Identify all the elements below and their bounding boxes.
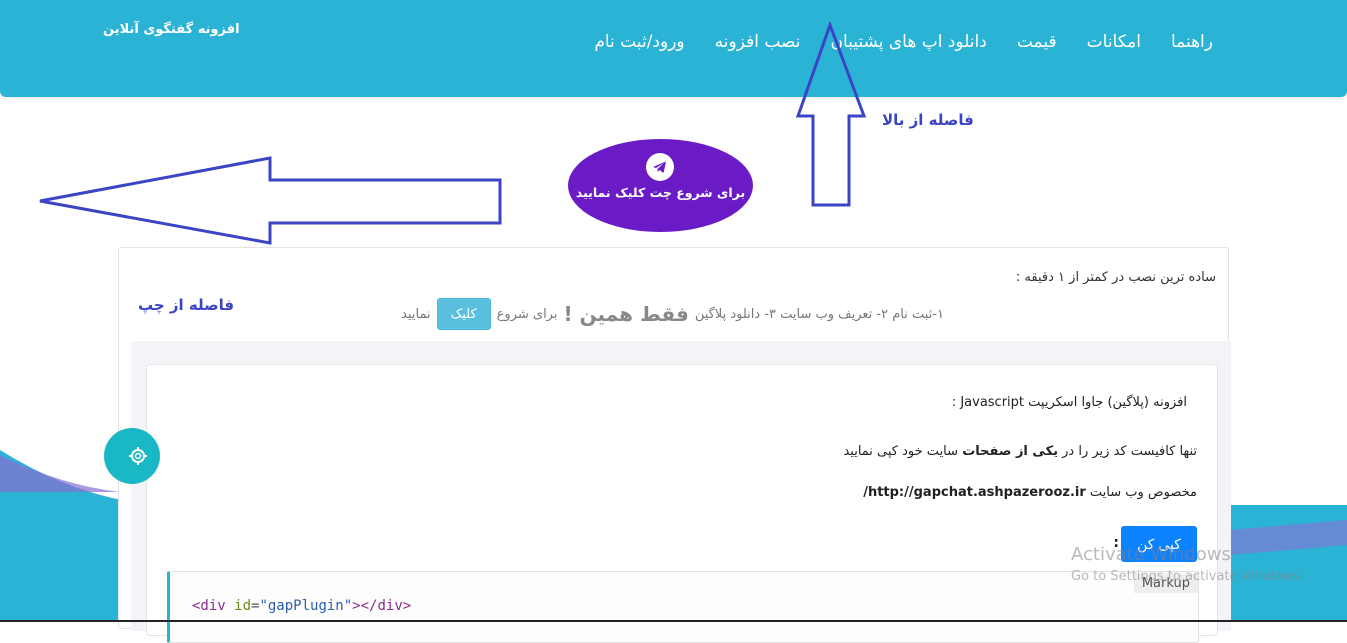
nav-guide[interactable]: راهنما xyxy=(1171,32,1213,52)
copy-instruction-post: سایت خود کپی نمایید xyxy=(843,444,959,459)
code-line: <div id="gapPlugin"></div> xyxy=(192,598,411,614)
nav-features[interactable]: امکانات xyxy=(1087,32,1141,52)
site-url: http://gapchat.ashpazerooz.ir/ xyxy=(863,485,1086,500)
start-chat-button[interactable]: برای شروع چت کلیک نمایید xyxy=(568,139,753,232)
intro-pre-button: برای شروع xyxy=(496,306,558,322)
settings-toggle-button[interactable] xyxy=(104,428,160,484)
plugin-title: افزونه (پلاگین) جاوا اسکریپت Javascript … xyxy=(951,395,1187,410)
left-distance-label: فاصله از چپ xyxy=(138,296,235,314)
site-header: افزونه گفتگوی آنلاین ورود/ثبت نام نصب اف… xyxy=(0,0,1347,97)
activate-windows-subtitle: Go to Settings to activate Windows. xyxy=(1071,569,1304,584)
nav-login-register[interactable]: ورود/ثبت نام xyxy=(594,32,684,52)
activate-windows-title: Activate Windows xyxy=(1071,544,1231,565)
code-close-tag: ></div> xyxy=(352,598,412,614)
site-line: مخصوص وب سایت http://gapchat.ashpazerooz… xyxy=(863,485,1197,500)
code-value: "gapPlugin" xyxy=(259,598,353,614)
copy-instruction: تنها کافیست کد زیر را در یکی از صفحات سا… xyxy=(843,444,1197,459)
code-open-tag: <div xyxy=(192,598,226,614)
intro-post-button: نمایید xyxy=(401,306,431,322)
nav-download-apps[interactable]: دانلود اپ های پشتیبان xyxy=(831,32,987,52)
intro-emphasis: فقط همین ! xyxy=(563,302,689,326)
top-distance-label: فاصله از بالا xyxy=(882,111,974,129)
nav-install-plugin[interactable]: نصب افزونه xyxy=(715,32,801,52)
code-block[interactable]: Markup <div id="gapPlugin"></div> xyxy=(167,571,1199,643)
install-card: ساده ترین نصب در کمتر از ۱ دقیقه : ۱-ثبت… xyxy=(118,247,1231,643)
brand-title[interactable]: افزونه گفتگوی آنلاین xyxy=(103,22,240,37)
copy-instruction-pre: تنها کافیست کد زیر را در xyxy=(1062,444,1197,459)
gear-icon xyxy=(129,447,147,465)
copy-instruction-bold: یکی از صفحات xyxy=(962,444,1059,459)
main-nav: ورود/ثبت نام نصب افزونه دانلود اپ های پش… xyxy=(594,32,1213,52)
site-prefix: مخصوص وب سایت xyxy=(1089,485,1197,500)
plugin-card: افزونه (پلاگین) جاوا اسکریپت Javascript … xyxy=(146,364,1218,643)
click-button[interactable]: کلیک xyxy=(436,298,491,330)
intro-steps-row: ۱-ثبت نام ۲- تعریف وب سایت ۳- دانلود پلا… xyxy=(401,298,944,330)
nav-price[interactable]: قیمت xyxy=(1017,32,1057,52)
code-attr: id xyxy=(234,598,252,614)
intro-steps: ۱-ثبت نام ۲- تعریف وب سایت ۳- دانلود پلا… xyxy=(694,306,944,322)
telegram-icon xyxy=(646,153,674,181)
intro-heading: ساده ترین نصب در کمتر از ۱ دقیقه : xyxy=(1015,270,1216,285)
start-chat-label: برای شروع چت کلیک نمایید xyxy=(575,185,746,200)
